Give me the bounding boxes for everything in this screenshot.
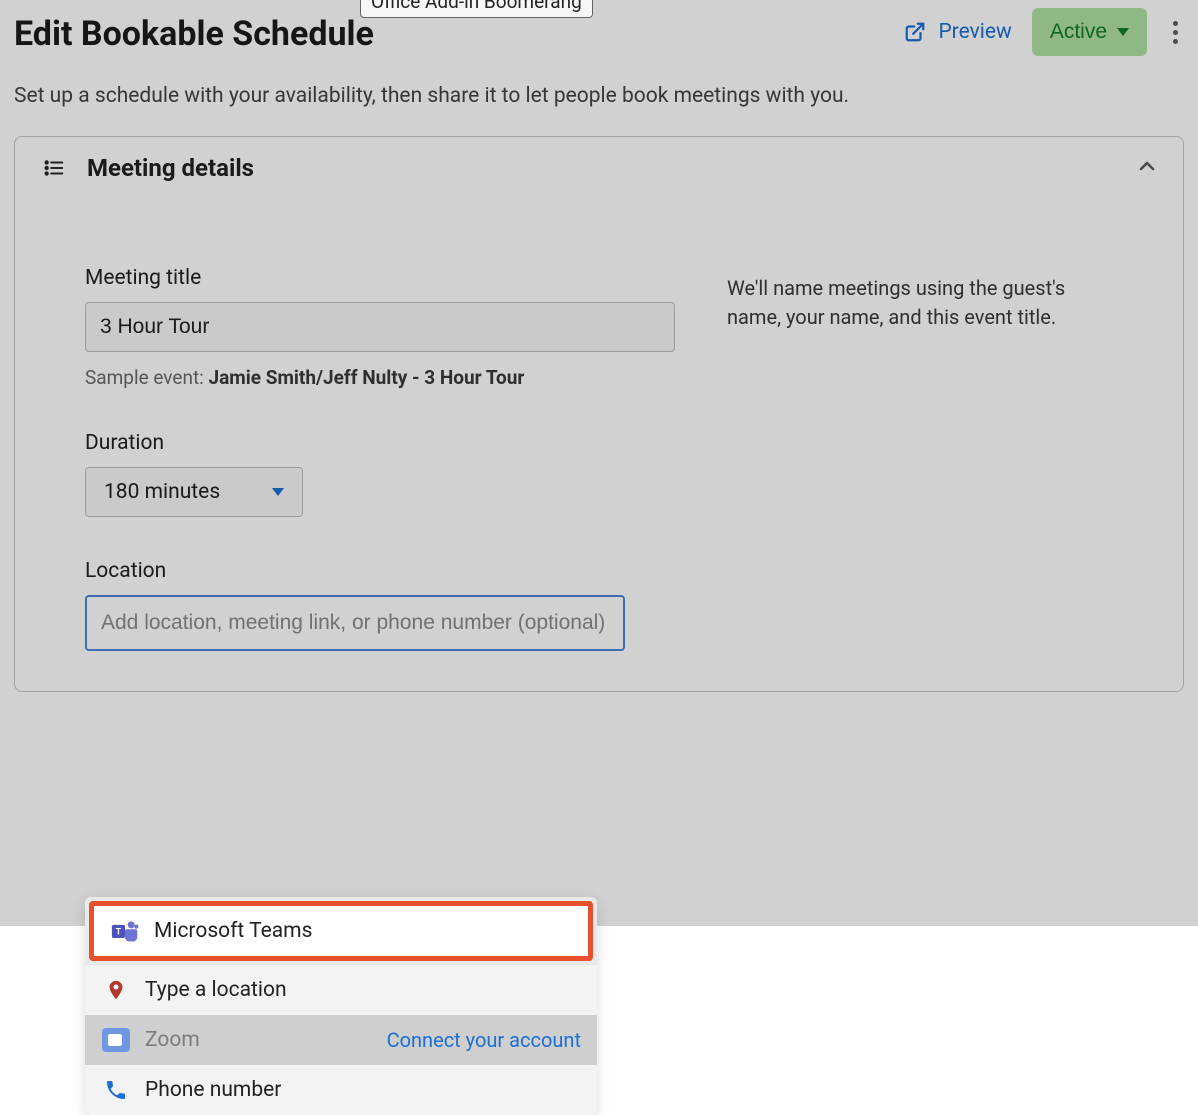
location-option-label: Zoom [145, 1028, 200, 1052]
meeting-details-card: Meeting details Meeting title Sample eve… [14, 136, 1184, 692]
location-label: Location [85, 559, 675, 583]
meeting-title-info: We'll name meetings using the guest's na… [727, 274, 1113, 332]
active-label: Active [1050, 20, 1107, 44]
location-option-zoom[interactable]: Zoom Connect your account [85, 1015, 597, 1065]
card-header[interactable]: Meeting details [15, 137, 1183, 200]
meeting-title-input[interactable] [85, 302, 675, 352]
teams-icon: T [110, 916, 140, 946]
chevron-up-icon[interactable] [1135, 154, 1159, 182]
duration-value: 180 minutes [104, 480, 220, 504]
page-title: Edit Bookable Schedule [14, 4, 374, 60]
location-option-teams[interactable]: T Microsoft Teams [89, 901, 593, 961]
location-option-type[interactable]: Type a location [85, 965, 597, 1015]
location-option-label: Microsoft Teams [154, 919, 312, 943]
video-icon [101, 1025, 131, 1055]
tooltip-badge: Office Add-in Boomerang [360, 0, 593, 18]
duration-select[interactable]: 180 minutes [85, 467, 303, 517]
sample-event-text: Sample event: Jamie Smith/Jeff Nulty - 3… [85, 366, 675, 389]
external-link-icon [900, 17, 930, 47]
page-subtitle: Set up a schedule with your availability… [14, 84, 1184, 108]
map-pin-icon [101, 975, 131, 1005]
location-input[interactable] [85, 595, 625, 651]
location-option-label: Phone number [145, 1078, 281, 1102]
caret-down-icon [272, 488, 284, 496]
connect-account-link[interactable]: Connect your account [387, 1028, 581, 1052]
section-title: Meeting details [87, 154, 254, 182]
more-options-button[interactable] [1167, 15, 1184, 50]
meeting-title-label: Meeting title [85, 266, 675, 290]
duration-label: Duration [85, 431, 675, 455]
list-icon [39, 153, 69, 183]
svg-text:T: T [116, 927, 122, 937]
location-dropdown: T Microsoft Teams Type a location [85, 897, 597, 1115]
phone-icon [101, 1075, 131, 1105]
active-status-button[interactable]: Active [1032, 8, 1147, 56]
location-option-label: Type a location [145, 978, 287, 1002]
preview-label: Preview [938, 20, 1011, 44]
caret-down-icon [1117, 28, 1129, 36]
location-option-phone[interactable]: Phone number [85, 1065, 597, 1115]
preview-link[interactable]: Preview [900, 17, 1011, 47]
